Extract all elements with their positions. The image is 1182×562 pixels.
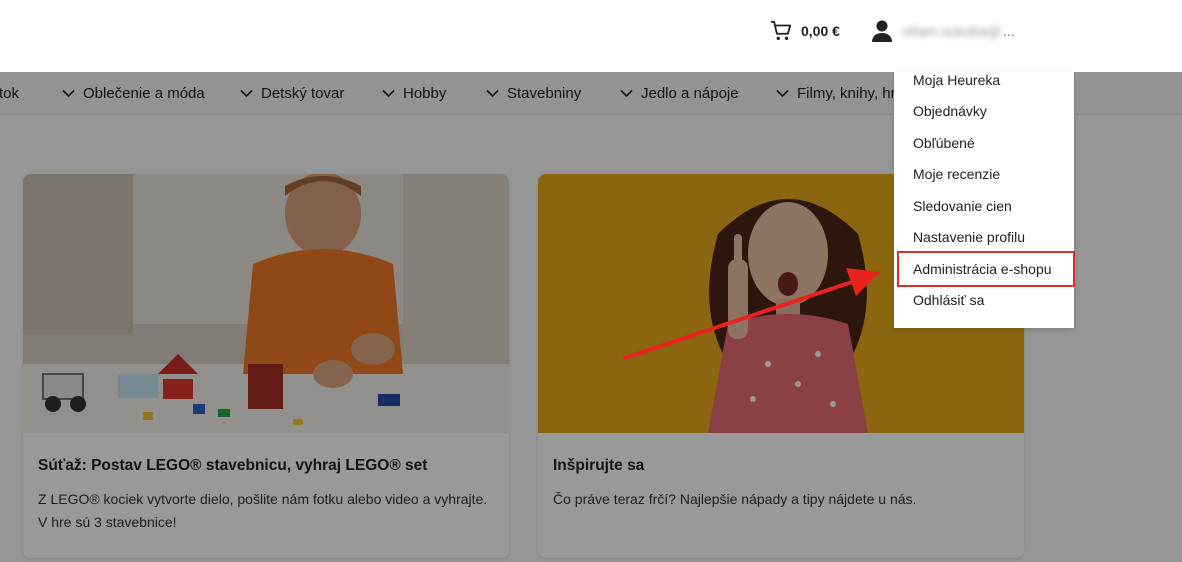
menu-item-odhlasit-sa[interactable]: Odhlásiť sa [913, 292, 984, 308]
user-menu-button[interactable]: viliam.sukuba@ ... [872, 20, 1015, 42]
menu-item-sledovanie-cien[interactable]: Sledovanie cien [913, 198, 1012, 214]
cart-icon [770, 20, 792, 40]
menu-item-oblubene[interactable]: Obľúbené [913, 135, 975, 151]
menu-item-administracia-eshopu[interactable]: Administrácia e-shopu [913, 261, 1052, 277]
site-header: 0,00 € viliam.sukuba@ ... [0, 0, 1182, 72]
menu-item-nastavenie-profilu[interactable]: Nastavenie profilu [913, 229, 1025, 245]
cart-button[interactable]: 0,00 € [770, 20, 840, 42]
menu-item-moje-recenzie[interactable]: Moje recenzie [913, 166, 1000, 182]
user-email-ellipsis: ... [1003, 23, 1015, 39]
user-icon [872, 20, 892, 42]
cart-amount: 0,00 € [801, 23, 840, 39]
menu-item-moja-heureka-label[interactable]: Moja Heureka [913, 72, 1000, 88]
user-email: viliam.sukuba@ [902, 23, 1002, 39]
menu-item-objednavky[interactable]: Objednávky [913, 103, 987, 119]
user-dropdown-menu: Moja Heureka Objednávky Obľúbené Moje re… [894, 72, 1074, 328]
